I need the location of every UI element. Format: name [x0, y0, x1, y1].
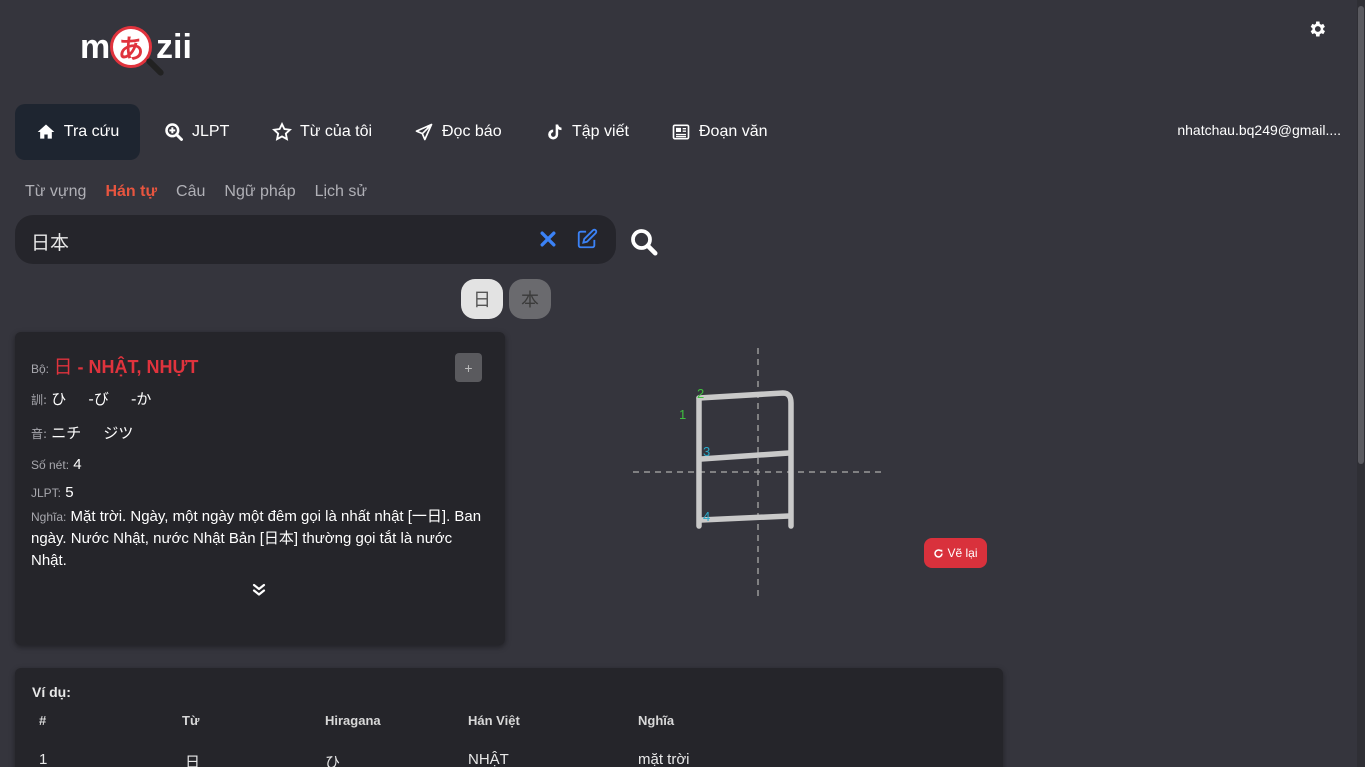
kanji-pill[interactable]: 本 — [509, 279, 551, 319]
nav-jlpt[interactable]: JLPT — [152, 104, 241, 160]
nav-label: Đoạn văn — [699, 123, 768, 140]
radical-row: Bộ: 日 - NHẬT, NHỰT — [31, 352, 198, 379]
user-account[interactable]: nhatchau.bq249@gmail.... — [1177, 122, 1341, 138]
tab-tu-vung[interactable]: Từ vựng — [25, 183, 86, 201]
nav-label: Tra cứu — [63, 123, 120, 140]
send-icon — [415, 123, 433, 141]
main-nav: Tra cứu JLPT Từ của tôi Đọc báo Tập viết… — [0, 104, 1357, 160]
stroke-3 — [698, 450, 792, 462]
edit-icon[interactable] — [576, 228, 598, 250]
tab-han-tu[interactable]: Hán tự — [105, 183, 157, 201]
table-cell: ひ — [325, 753, 341, 767]
tab-ngu-phap[interactable]: Ngữ pháp — [224, 183, 295, 201]
scrollbar-thumb[interactable] — [1358, 6, 1364, 464]
search-input[interactable]: 日本 — [15, 215, 616, 264]
table-cell: mặt trời — [638, 751, 690, 767]
nav-doc-bao[interactable]: Đọc báo — [402, 104, 514, 160]
nav-label: Tập viết — [572, 123, 629, 140]
radical-label: Bộ: — [31, 362, 50, 376]
add-button[interactable]: + — [455, 353, 482, 382]
newspaper-icon — [672, 124, 690, 140]
chevron-double-down-icon[interactable] — [251, 582, 267, 598]
on-reading[interactable]: ニチ — [51, 424, 81, 442]
stroke-count-row: Số nét: 4 — [31, 456, 82, 473]
tiktok-icon — [548, 124, 562, 140]
stroke-number: 3 — [703, 444, 710, 459]
on-reading[interactable]: ジツ — [103, 424, 133, 442]
redraw-label: Vẽ lại — [947, 546, 978, 560]
jlpt-label: JLPT: — [31, 486, 62, 500]
stroke-number: 1 — [679, 407, 686, 422]
table-cell: 1 — [39, 751, 48, 767]
meaning-label: Nghĩa: — [31, 510, 67, 524]
table-cell[interactable]: 日 — [185, 751, 200, 767]
refresh-icon — [934, 548, 944, 558]
jlpt-row: JLPT: 5 — [31, 484, 74, 501]
meaning-text: Mặt trời. Ngày, một ngày một đêm gọi là … — [31, 508, 482, 569]
scrollbar[interactable] — [1357, 0, 1365, 767]
nav-tu-cua-toi[interactable]: Từ của tôi — [260, 104, 384, 160]
examples-title: Ví dụ: — [32, 684, 71, 700]
star-icon — [272, 122, 292, 141]
kun-reading[interactable]: ひ — [51, 390, 66, 408]
table-header: Nghĩa — [638, 713, 675, 728]
examples-panel: Ví dụ: # Từ Hiragana Hán Việt Nghĩa 1 日 … — [15, 668, 1003, 767]
search-icon[interactable] — [629, 227, 659, 257]
home-icon — [37, 124, 55, 139]
tab-lich-su[interactable]: Lịch sử — [315, 183, 368, 201]
nav-label: Đọc báo — [442, 123, 502, 140]
tab-cau[interactable]: Câu — [176, 183, 205, 201]
table-header: Hiragana — [325, 713, 381, 728]
jlpt-value: 5 — [65, 484, 74, 501]
nav-tra-cuu[interactable]: Tra cứu — [15, 104, 140, 160]
kun-reading[interactable]: -か — [131, 390, 151, 408]
radical-kanji: 日 — [53, 356, 73, 378]
mazii-logo[interactable]: m あ zii — [80, 24, 210, 84]
nav-label: Từ của tôi — [300, 123, 373, 140]
logo-zii: zii — [156, 28, 192, 66]
logo-m: m — [80, 28, 111, 66]
redraw-button[interactable]: Vẽ lại — [924, 538, 987, 568]
stroke-number: 4 — [703, 509, 710, 524]
radical-han-viet: - NHẬT, NHỰT — [72, 357, 199, 377]
kun-reading[interactable]: -び — [88, 390, 108, 408]
on-reading-row: 音: ニチ ジツ — [31, 422, 133, 443]
nav-doan-van[interactable]: Đoạn văn — [659, 104, 780, 160]
nav-tap-viet[interactable]: Tập viết — [532, 104, 641, 160]
search-type-tabs: Từ vựng Hán tự Câu Ngữ pháp Lịch sử — [25, 183, 367, 201]
zoom-in-icon — [165, 123, 183, 141]
kanji-pill-selected[interactable]: 日 — [461, 279, 503, 319]
close-icon[interactable] — [538, 229, 558, 249]
table-header: # — [39, 713, 47, 728]
stroke-count-value: 4 — [73, 456, 82, 473]
table-header: Từ — [182, 713, 200, 728]
search-value[interactable]: 日本 — [31, 228, 69, 255]
kanji-detail-card: Bộ: 日 - NHẬT, NHỰT + 訓: ひ -び -か 音: ニチ ジツ… — [15, 332, 505, 645]
table-cell: NHẬT — [468, 751, 509, 767]
on-label: 音: — [31, 427, 48, 441]
kun-reading-row: 訓: ひ -び -か — [31, 388, 151, 409]
stroke-number: 2 — [697, 386, 704, 401]
stroke-4 — [698, 513, 792, 523]
stroke-count-label: Số nét: — [31, 458, 70, 472]
meaning-row: Nghĩa: Mặt trời. Ngày, một ngày một đêm … — [31, 506, 486, 572]
stroke-order-canvas[interactable]: 1 2 3 4 — [633, 348, 883, 600]
kun-label: 訓: — [31, 393, 48, 407]
nav-label: JLPT — [192, 123, 230, 140]
gear-icon[interactable] — [1307, 19, 1327, 39]
table-header: Hán Việt — [468, 713, 520, 728]
